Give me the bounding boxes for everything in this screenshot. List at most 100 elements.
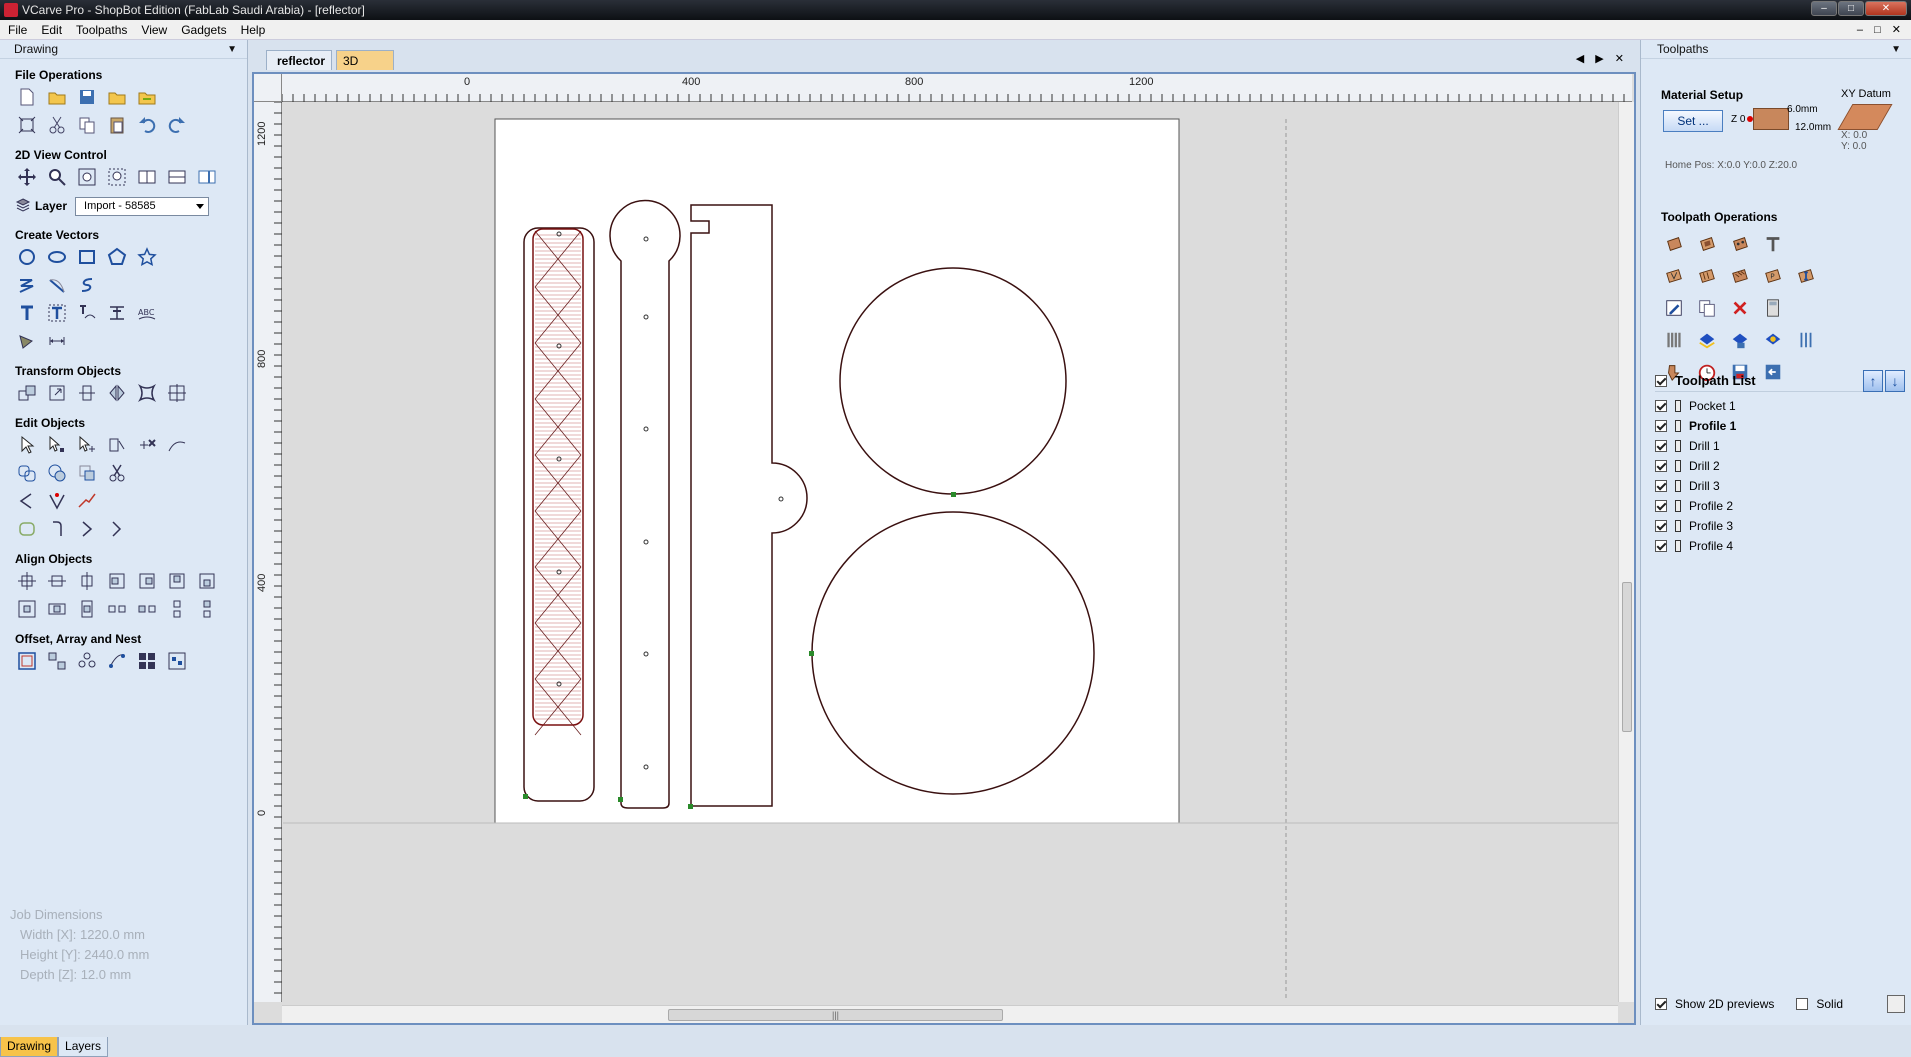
redo-icon[interactable] — [165, 113, 189, 137]
delete-toolpath-icon[interactable] — [1727, 295, 1753, 321]
tab-3d-view[interactable]: 3D View — [336, 50, 394, 88]
menu-view[interactable]: View — [141, 23, 167, 37]
layer-dropdown[interactable]: Import - 58585 — [75, 196, 210, 216]
toolpath-visible-checkbox[interactable] — [1655, 520, 1667, 532]
show-2d-previews-checkbox[interactable] — [1655, 998, 1667, 1010]
center-in-material-icon[interactable] — [15, 597, 39, 621]
text-icon[interactable] — [15, 301, 39, 325]
undo-icon[interactable] — [135, 113, 159, 137]
rotate-icon[interactable] — [75, 381, 99, 405]
arc-icon[interactable] — [45, 273, 69, 297]
view-right-icon[interactable] — [195, 165, 219, 189]
curve-fit-icon[interactable] — [75, 489, 99, 513]
horizontal-scroll-thumb[interactable]: ||| — [668, 1009, 1003, 1021]
datum-plate-icon[interactable] — [1837, 104, 1893, 130]
edit-toolpath-icon[interactable] — [1661, 295, 1687, 321]
toolpath-list-toggle-all[interactable] — [1655, 374, 1667, 387]
tool-setup-icon[interactable] — [1793, 327, 1819, 353]
trim-icon[interactable] — [105, 433, 129, 457]
copy-toolpath-icon[interactable] — [1694, 295, 1720, 321]
pocket-toolpath-icon[interactable] — [1694, 231, 1720, 257]
cut-icon[interactable] — [45, 113, 69, 137]
drilling-toolpath-icon[interactable] — [1727, 231, 1753, 257]
distribute-v-icon[interactable] — [165, 597, 189, 621]
maximize-button[interactable]: □ — [1838, 1, 1864, 16]
toolpath-list-item[interactable]: Drill 3 — [1655, 476, 1905, 496]
fluting-toolpath-icon[interactable] — [1694, 263, 1720, 289]
mdi-window-controls[interactable]: – □ ✕ — [1857, 23, 1905, 36]
menu-file[interactable]: File — [8, 23, 27, 37]
2d-viewport[interactable]: 0 400 800 1200 1200 800 400 0 ||| — [252, 72, 1636, 1025]
ellipse-icon[interactable] — [45, 245, 69, 269]
toolpath-list-item[interactable]: Profile 4 — [1655, 536, 1905, 556]
text-abc-icon[interactable]: ABC — [135, 301, 159, 325]
tab-reflector[interactable]: reflector — [266, 50, 332, 70]
set-button[interactable]: Set ... — [1663, 110, 1723, 132]
inlay-toolpath-icon[interactable] — [1793, 263, 1819, 289]
interactive-select-icon[interactable] — [75, 433, 99, 457]
tab-navigation-icons[interactable]: ◀ ▶ ✕ — [1576, 52, 1628, 65]
copy-along-vector-icon[interactable] — [105, 649, 129, 673]
tool-database-icon[interactable] — [1661, 327, 1687, 353]
mirror-icon[interactable] — [105, 381, 129, 405]
zoom-fit-icon[interactable] — [105, 165, 129, 189]
vertical-scroll-thumb[interactable] — [1622, 582, 1632, 732]
align-bottom-icon[interactable] — [195, 569, 219, 593]
delete-vectors-icon[interactable] — [135, 433, 159, 457]
merge-template-icon[interactable] — [1760, 327, 1786, 353]
polygon-icon[interactable] — [105, 245, 129, 269]
dimension-icon[interactable] — [45, 329, 69, 353]
align-horizontal-icon[interactable] — [45, 569, 69, 593]
menu-gadgets[interactable]: Gadgets — [181, 23, 226, 37]
open-file-icon[interactable] — [45, 85, 69, 109]
minimize-button[interactable]: – — [1811, 1, 1837, 16]
menu-edit[interactable]: Edit — [41, 23, 62, 37]
align-h-center-icon[interactable] — [45, 597, 69, 621]
save-template-icon[interactable] — [1727, 327, 1753, 353]
align-center-icon[interactable] — [15, 569, 39, 593]
close-button[interactable]: ✕ — [1865, 1, 1907, 16]
toolpath-list-item[interactable]: Profile 1 — [1655, 416, 1905, 436]
job-size-icon[interactable] — [15, 113, 39, 137]
text-box-icon[interactable] — [45, 301, 69, 325]
extend-icon[interactable] — [105, 517, 129, 541]
center-icon[interactable] — [165, 381, 189, 405]
subtract-icon[interactable] — [45, 461, 69, 485]
scissors-icon[interactable] — [105, 461, 129, 485]
copy-icon[interactable] — [75, 113, 99, 137]
toolpath-list-item[interactable]: Drill 2 — [1655, 456, 1905, 476]
rectangle-icon[interactable] — [75, 245, 99, 269]
align-v-center-icon[interactable] — [75, 597, 99, 621]
tab-drawing[interactable]: Drawing — [0, 1037, 59, 1057]
toolpath-list-item[interactable]: Pocket 1 — [1655, 396, 1905, 416]
horizontal-scrollbar[interactable]: ||| — [282, 1005, 1618, 1023]
polyline-icon[interactable] — [15, 273, 39, 297]
fillet-icon[interactable] — [45, 517, 69, 541]
toolpath-visible-checkbox[interactable] — [1655, 500, 1667, 512]
zoom-box-icon[interactable] — [75, 165, 99, 189]
distribute-v2-icon[interactable] — [195, 597, 219, 621]
scale-icon[interactable] — [45, 381, 69, 405]
pan-icon[interactable] — [15, 165, 39, 189]
move-down-icon[interactable]: ↓ — [1885, 369, 1905, 392]
distribute-h2-icon[interactable] — [135, 597, 159, 621]
engraving-toolpath-icon[interactable] — [1760, 231, 1786, 257]
nest-parts-icon[interactable] — [165, 649, 189, 673]
offset-icon[interactable] — [15, 649, 39, 673]
node-edit-icon[interactable] — [45, 433, 69, 457]
align-vertical-icon[interactable] — [75, 569, 99, 593]
move-up-icon[interactable]: ↑ — [1863, 369, 1883, 392]
import-component-icon[interactable] — [135, 85, 159, 109]
distort-icon[interactable] — [135, 381, 159, 405]
circular-copy-icon[interactable] — [75, 649, 99, 673]
text-autolayout-icon[interactable] — [105, 301, 129, 325]
toolpath-visible-checkbox[interactable] — [1655, 420, 1667, 432]
view-split-icon[interactable] — [165, 165, 189, 189]
tab-layers[interactable]: Layers — [58, 1037, 109, 1057]
nest-icon[interactable] — [135, 649, 159, 673]
toolpath-visible-checkbox[interactable] — [1655, 540, 1667, 552]
calculator-icon[interactable] — [1760, 295, 1786, 321]
toolpath-list-item[interactable]: Profile 2 — [1655, 496, 1905, 516]
toolpath-template-icon[interactable] — [1694, 327, 1720, 353]
align-right-icon[interactable] — [135, 569, 159, 593]
